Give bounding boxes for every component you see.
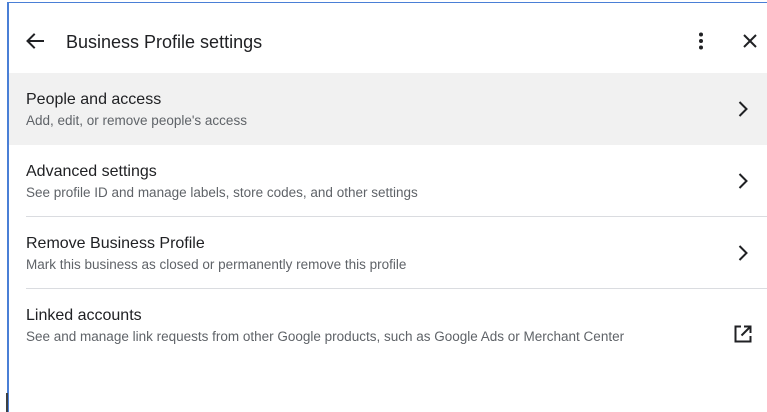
open-in-new-icon <box>734 325 752 343</box>
panel-header: Business Profile settings <box>9 3 767 73</box>
chevron-right-icon <box>738 245 748 261</box>
arrow-back-icon <box>26 33 44 49</box>
settings-item-advanced-settings[interactable]: Advanced settings See profile ID and man… <box>9 145 767 217</box>
settings-item-people-and-access[interactable]: People and access Add, edit, or remove p… <box>9 73 767 145</box>
settings-item-remove-business-profile[interactable]: Remove Business Profile Mark this busine… <box>9 217 767 289</box>
item-text: Remove Business Profile Mark this busine… <box>26 234 696 274</box>
chevron-right-icon <box>738 173 748 189</box>
close-button[interactable] <box>736 27 764 55</box>
item-subtitle: See profile ID and manage labels, store … <box>26 185 418 200</box>
item-title: Remove Business Profile <box>26 235 205 252</box>
item-title: Advanced settings <box>26 163 157 180</box>
chevron-right-icon <box>738 101 748 117</box>
page-title: Business Profile settings <box>66 32 263 52</box>
item-subtitle: Mark this business as closed or permanen… <box>26 257 407 272</box>
window-edge-mark <box>6 393 8 412</box>
item-text: Linked accounts See and manage link requ… <box>26 306 696 346</box>
item-text: People and access Add, edit, or remove p… <box>26 90 696 130</box>
settings-item-linked-accounts[interactable]: Linked accounts See and manage link requ… <box>9 289 767 373</box>
item-title: People and access <box>26 91 162 108</box>
item-title: Linked accounts <box>26 307 142 324</box>
back-button[interactable] <box>21 27 49 55</box>
item-subtitle: See and manage link requests from other … <box>26 329 625 344</box>
settings-panel: Business Profile settings People and acc… <box>7 2 767 412</box>
close-icon <box>743 34 757 48</box>
settings-list: People and access Add, edit, or remove p… <box>9 73 767 373</box>
more-options-button[interactable] <box>687 27 715 55</box>
item-subtitle: Add, edit, or remove people's access <box>26 113 247 128</box>
more-vert-icon <box>699 32 703 50</box>
item-text: Advanced settings See profile ID and man… <box>26 162 696 202</box>
